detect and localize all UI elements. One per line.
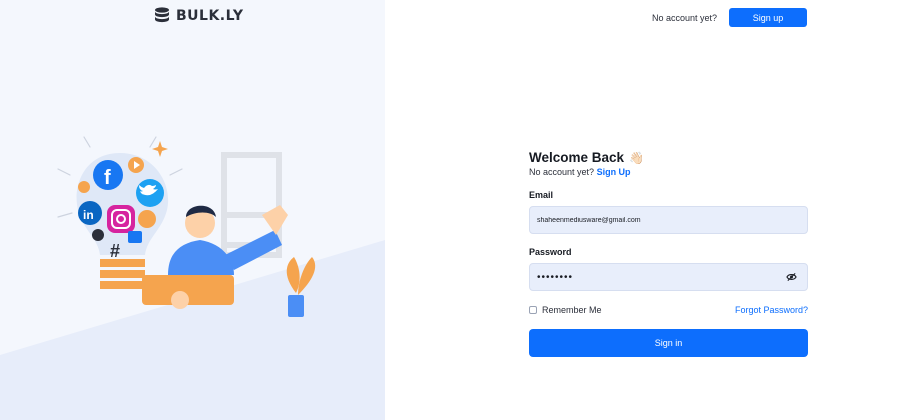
remember-me[interactable]: Remember Me xyxy=(529,305,602,315)
wave-emoji-icon: 👋🏻 xyxy=(629,150,645,165)
remember-row: Remember Me Forgot Password? xyxy=(529,305,808,315)
page-title: Welcome Back 👋🏻 xyxy=(529,150,808,165)
svg-text:in: in xyxy=(83,208,94,222)
signup-prompt-text: No account yet? xyxy=(529,167,595,177)
brand-name: BULK.LY xyxy=(176,8,244,24)
signup-prompt: No account yet? Sign Up xyxy=(529,167,808,177)
no-account-text: No account yet? xyxy=(651,12,717,23)
signup-button[interactable]: Sign up xyxy=(729,8,807,27)
email-field[interactable] xyxy=(529,206,808,234)
database-icon xyxy=(155,7,169,23)
top-bar: No account yet? Sign up xyxy=(652,8,807,27)
password-field[interactable] xyxy=(529,263,808,291)
forgot-password-link[interactable]: Forgot Password? xyxy=(735,305,808,315)
password-wrapper xyxy=(529,263,808,291)
signin-button[interactable]: Sign in xyxy=(529,329,808,357)
remember-checkbox[interactable] xyxy=(529,306,537,314)
eye-slash-icon[interactable] xyxy=(786,272,797,282)
remember-label: Remember Me xyxy=(542,305,602,315)
password-label: Password xyxy=(529,247,572,257)
email-label: Email xyxy=(529,190,554,200)
brand-logo[interactable]: BULK.LY xyxy=(154,7,244,25)
illustration-panel: BULK.LY f in # xyxy=(0,0,385,420)
svg-text:#: # xyxy=(110,241,120,261)
svg-text:f: f xyxy=(104,167,111,189)
social-media-illustration: f in # xyxy=(57,136,316,317)
signup-link[interactable]: Sign Up xyxy=(597,167,631,177)
login-form: Welcome Back 👋🏻 No account yet? Sign Up … xyxy=(529,150,808,357)
welcome-title: Welcome Back xyxy=(529,150,625,165)
